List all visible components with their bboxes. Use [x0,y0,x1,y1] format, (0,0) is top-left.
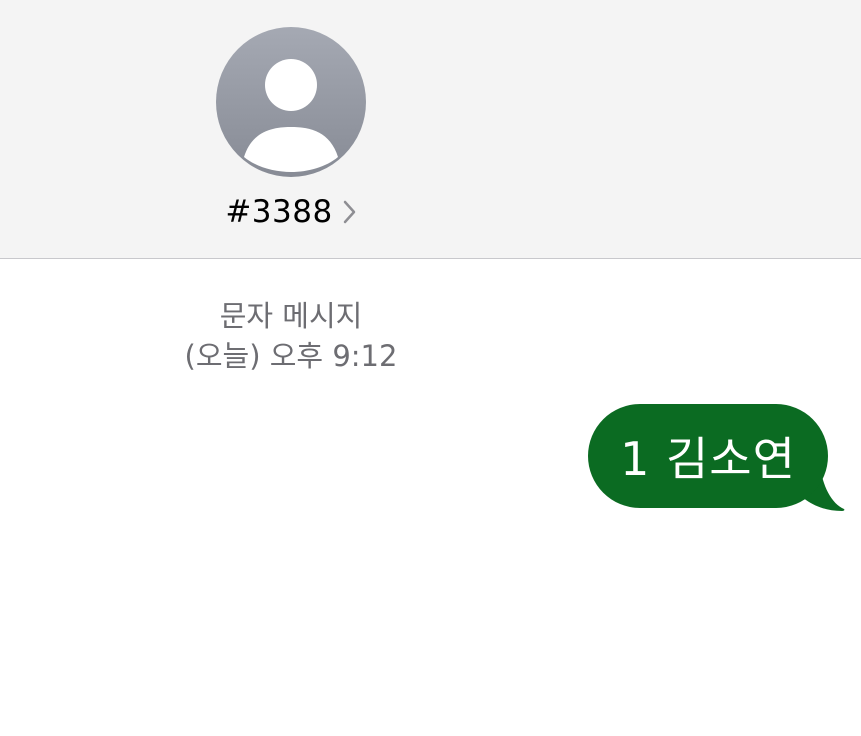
outgoing-message[interactable]: 1 김소연 [588,404,848,511]
message-bubble[interactable]: 1 김소연 [588,404,828,508]
service-label: 문자 메시지 [219,299,363,333]
message-text: 1 김소연 [620,432,796,486]
thread-meta: 문자 메시지 (오늘) 오후 9:12 [0,296,582,376]
contact-avatar[interactable] [216,27,366,177]
contact-name: #3388 [225,194,333,230]
message-timestamp: (오늘) 오후 9:12 [184,339,398,373]
conversation-header: #3388 [0,0,861,259]
chevron-right-icon [343,200,357,224]
contact-info-button[interactable]: #3388 [0,190,582,234]
person-silhouette-icon [244,59,338,172]
